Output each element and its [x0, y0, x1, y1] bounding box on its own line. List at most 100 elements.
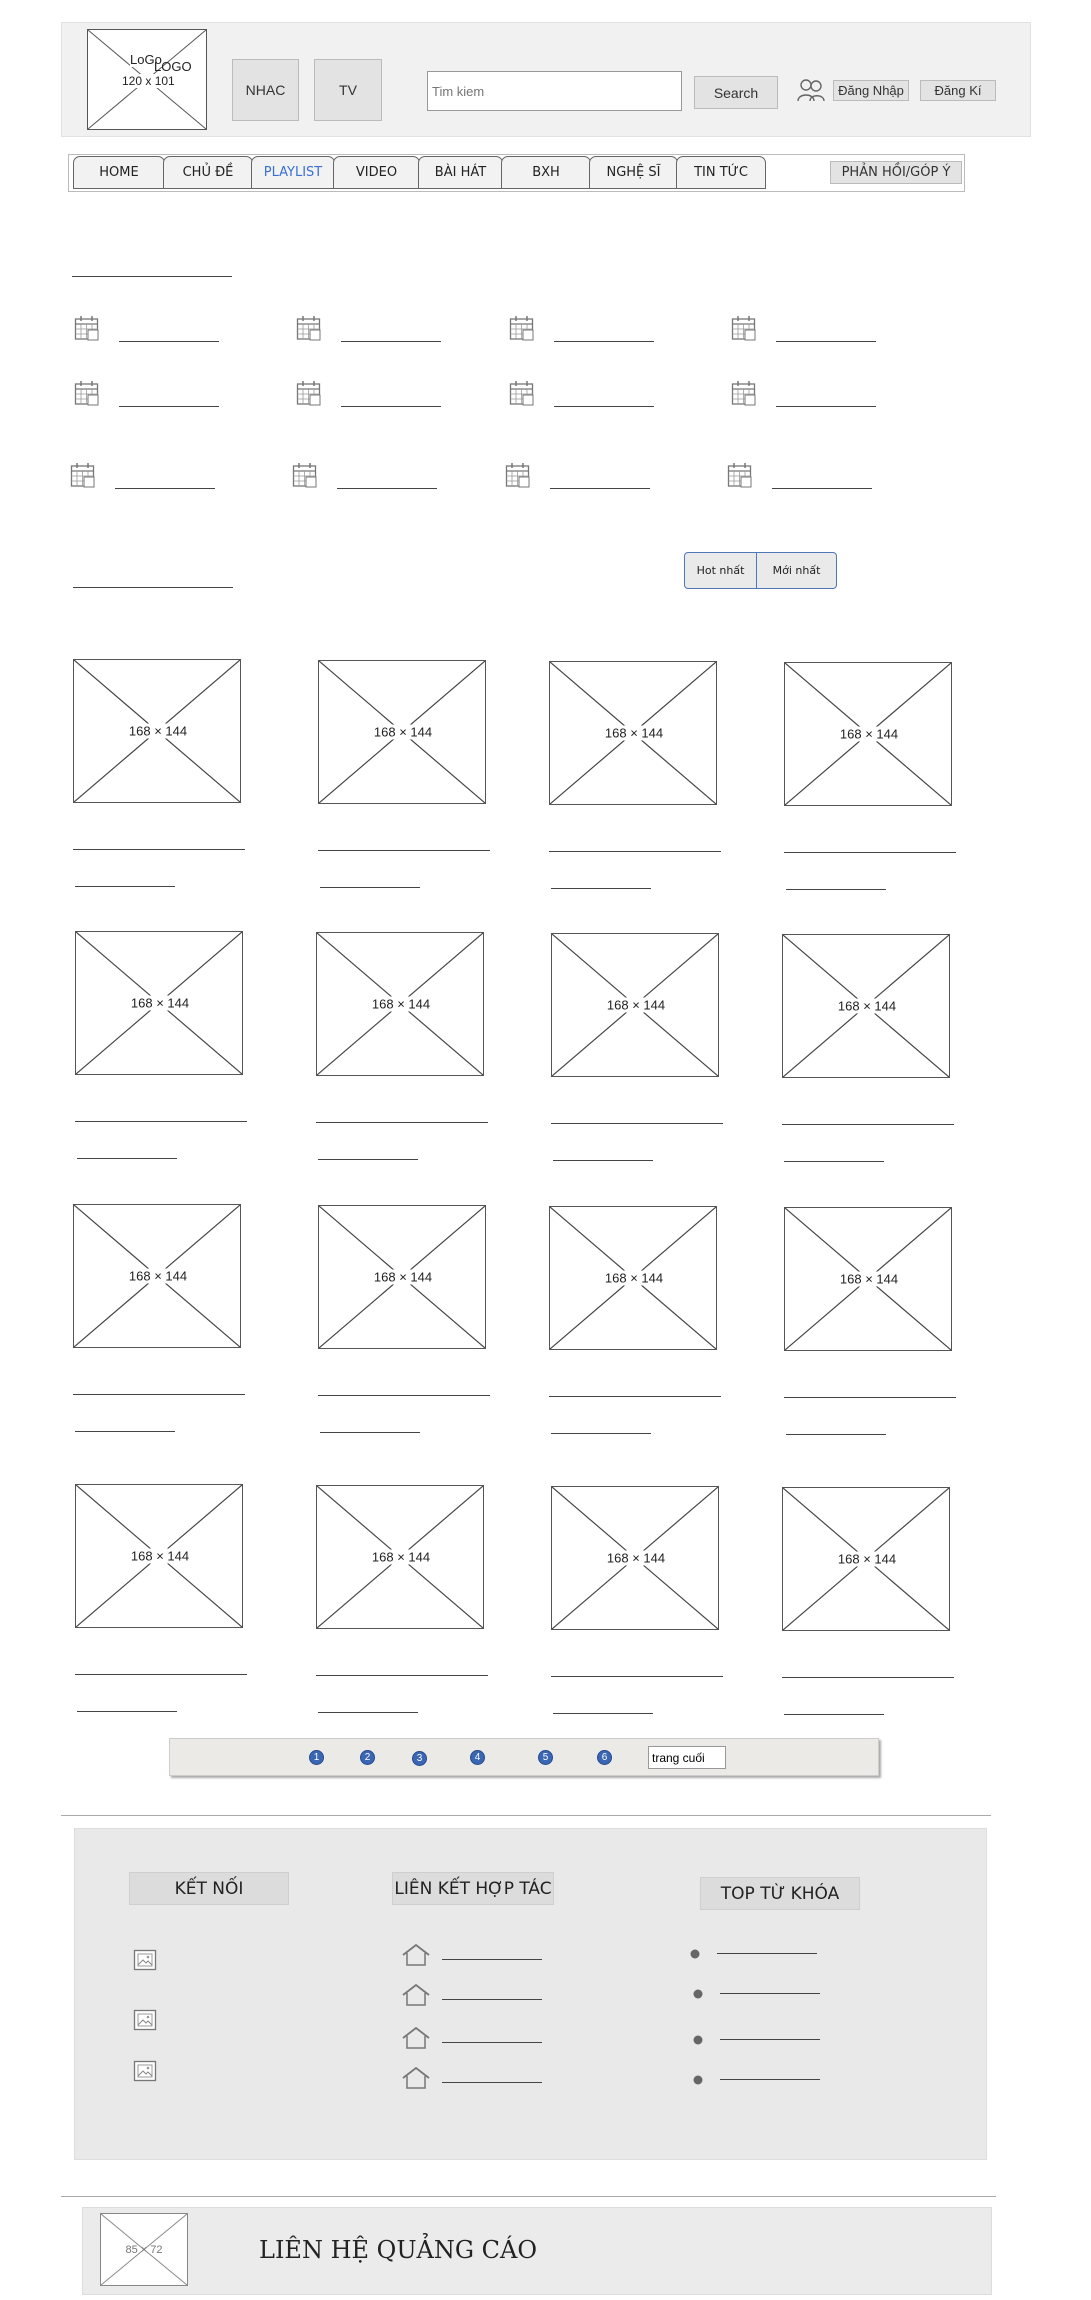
keyword-link-line[interactable] [717, 1953, 817, 1954]
playlist-subtitle-line[interactable] [786, 1434, 886, 1435]
thumbnail-label: 168 × 144 [368, 724, 438, 740]
playlist-subtitle-line[interactable] [77, 1711, 177, 1712]
thumbnail-label: 168 × 144 [123, 723, 193, 739]
playlist-subtitle-line[interactable] [553, 1160, 653, 1161]
playlist-thumbnail[interactable]: 168 × 144 [73, 659, 241, 803]
playlist-thumbnail[interactable]: 168 × 144 [75, 1484, 243, 1628]
playlist-title-line[interactable] [316, 1122, 488, 1123]
page-2-button[interactable]: 2 [360, 1750, 375, 1765]
partner-home-icon [401, 2026, 431, 2050]
playlist-thumbnail[interactable]: 168 × 144 [549, 661, 717, 805]
page-6-button[interactable]: 6 [597, 1750, 612, 1765]
page-3-button[interactable]: 3 [412, 1751, 427, 1766]
keyword-link-line[interactable] [720, 2039, 820, 2040]
playlist-title-line[interactable] [318, 850, 490, 851]
playlist-thumbnail[interactable]: 168 × 144 [551, 933, 719, 1077]
partner-link-line[interactable] [442, 1959, 542, 1960]
playlist-grid: 168 × 144 168 × 144 168 × 144 168 × 144 168 … [0, 0, 1091, 1720]
playlist-subtitle-line[interactable] [318, 1712, 418, 1713]
social-image-icon[interactable] [133, 2008, 157, 2032]
keyword-link-line[interactable] [720, 1993, 820, 1994]
thumbnail-label: 168 × 144 [832, 1551, 902, 1567]
playlist-title-line[interactable] [782, 1677, 954, 1678]
keyword-link-line[interactable] [720, 2079, 820, 2080]
partner-link-line[interactable] [442, 2082, 542, 2083]
playlist-title-line[interactable] [73, 1394, 245, 1395]
playlist-subtitle-line[interactable] [551, 888, 651, 889]
thumbnail-label: 168 × 144 [834, 1271, 904, 1287]
playlist-subtitle-line[interactable] [320, 1432, 420, 1433]
playlist-title-line[interactable] [549, 851, 721, 852]
playlist-subtitle-line[interactable] [75, 886, 175, 887]
thumbnail-label: 168 × 144 [125, 995, 195, 1011]
playlist-subtitle-line[interactable] [318, 1159, 418, 1160]
thumbnail-label: 168 × 144 [832, 998, 902, 1014]
keyword-bullet [693, 1986, 703, 1999]
last-page-input[interactable] [648, 1746, 726, 1769]
partner-link-line[interactable] [442, 1999, 542, 2000]
keywords-title: TOP TỪ KHÓA [700, 1877, 860, 1910]
playlist-title-line[interactable] [784, 1397, 956, 1398]
playlist-title-line[interactable] [551, 1123, 723, 1124]
page-4-button[interactable]: 4 [470, 1750, 485, 1765]
keyword-bullet [693, 2032, 703, 2045]
playlist-title-line[interactable] [318, 1395, 490, 1396]
playlist-thumbnail[interactable]: 168 × 144 [75, 931, 243, 1075]
keyword-bullet [693, 2072, 703, 2085]
social-image-icon[interactable] [133, 1948, 157, 1972]
thumbnail-label: 168 × 144 [368, 1269, 438, 1285]
playlist-thumbnail[interactable]: 168 × 144 [784, 1207, 952, 1351]
playlist-title-line[interactable] [75, 1121, 247, 1122]
social-image-icon[interactable] [133, 2059, 157, 2083]
partner-link-line[interactable] [442, 2042, 542, 2043]
playlist-title-line[interactable] [73, 849, 245, 850]
thumbnail-label: 168 × 144 [599, 725, 669, 741]
playlist-subtitle-line[interactable] [320, 887, 420, 888]
thumbnail-label: 168 × 144 [601, 1550, 671, 1566]
thumbnail-label: 168 × 144 [366, 996, 436, 1012]
playlist-thumbnail[interactable]: 168 × 144 [316, 932, 484, 1076]
playlist-subtitle-line[interactable] [551, 1433, 651, 1434]
page-5-button[interactable]: 5 [538, 1750, 553, 1765]
playlist-thumbnail[interactable]: 168 × 144 [318, 1205, 486, 1349]
thumbnail-label: 168 × 144 [834, 726, 904, 742]
divider [61, 1815, 991, 1816]
partner-title: LIÊN KẾT HỢP TÁC [392, 1872, 554, 1905]
playlist-title-line[interactable] [782, 1124, 954, 1125]
partner-home-icon [401, 2066, 431, 2090]
connect-title: KẾT NỐI [129, 1872, 289, 1905]
playlist-title-line[interactable] [75, 1674, 247, 1675]
ad-text[interactable]: LIÊN HỆ QUẢNG CÁO [259, 2236, 537, 2264]
thumbnail-label: 168 × 144 [123, 1268, 193, 1284]
playlist-subtitle-line[interactable] [784, 1714, 884, 1715]
playlist-subtitle-line[interactable] [553, 1713, 653, 1714]
thumbnail-label: 168 × 144 [599, 1270, 669, 1286]
thumbnail-label: 168 × 144 [125, 1548, 195, 1564]
playlist-subtitle-line[interactable] [784, 1161, 884, 1162]
playlist-thumbnail[interactable]: 168 × 144 [551, 1486, 719, 1630]
playlist-subtitle-line[interactable] [75, 1431, 175, 1432]
ad-image[interactable]: 85 × 72 [100, 2213, 188, 2286]
playlist-thumbnail[interactable]: 168 × 144 [784, 662, 952, 806]
keyword-bullet [690, 1946, 700, 1959]
playlist-title-line[interactable] [551, 1676, 723, 1677]
playlist-thumbnail[interactable]: 168 × 144 [549, 1206, 717, 1350]
thumbnail-label: 168 × 144 [366, 1549, 436, 1565]
playlist-subtitle-line[interactable] [786, 889, 886, 890]
partner-home-icon [401, 1983, 431, 2007]
thumbnail-label: 168 × 144 [601, 997, 671, 1013]
playlist-thumbnail[interactable]: 168 × 144 [318, 660, 486, 804]
page-1-button[interactable]: 1 [309, 1750, 324, 1765]
playlist-title-line[interactable] [784, 852, 956, 853]
playlist-thumbnail[interactable]: 168 × 144 [316, 1485, 484, 1629]
playlist-subtitle-line[interactable] [77, 1158, 177, 1159]
divider [61, 2196, 996, 2197]
playlist-thumbnail[interactable]: 168 × 144 [782, 1487, 950, 1631]
playlist-title-line[interactable] [316, 1675, 488, 1676]
partner-home-icon [401, 1943, 431, 1967]
pagination-bar: 1 2 3 4 5 6 [169, 1738, 879, 1776]
playlist-thumbnail[interactable]: 168 × 144 [782, 934, 950, 1078]
playlist-title-line[interactable] [549, 1396, 721, 1397]
ad-image-label: 85 × 72 [125, 2243, 163, 2256]
playlist-thumbnail[interactable]: 168 × 144 [73, 1204, 241, 1348]
